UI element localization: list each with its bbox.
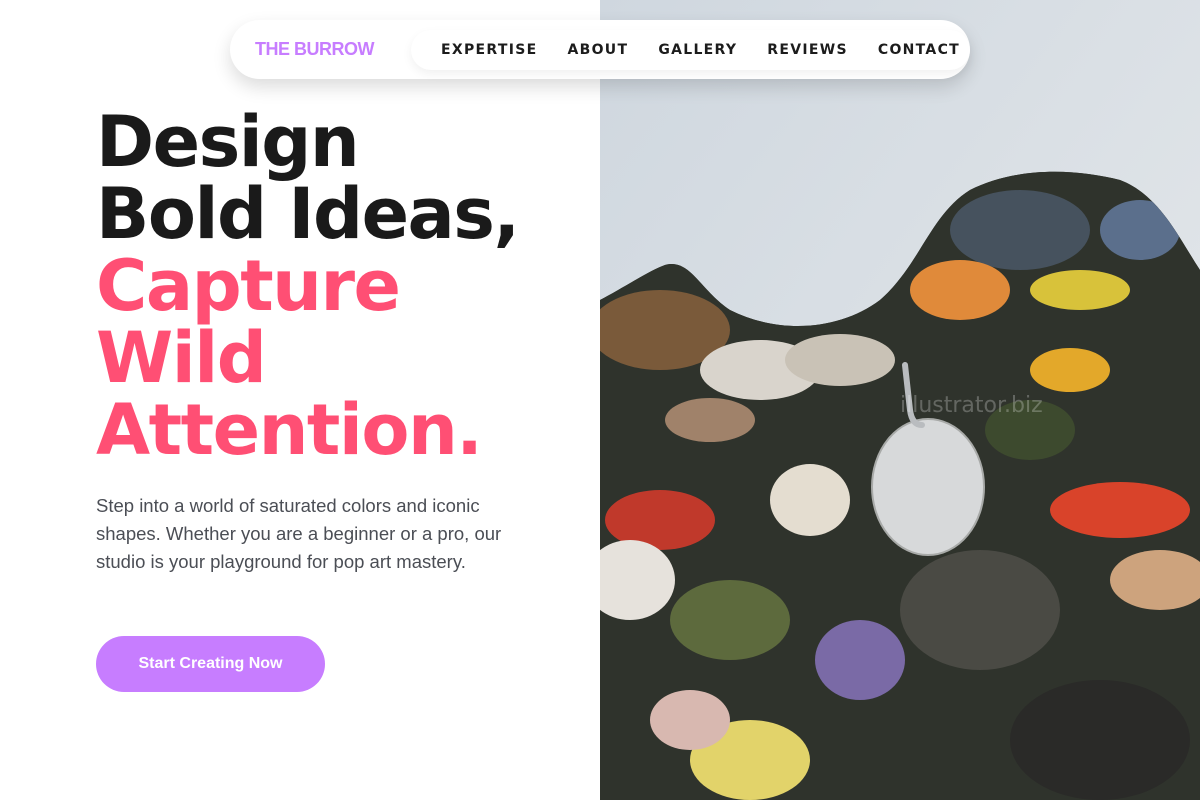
hero-headline: Design Bold Ideas, Capture Wild Attentio… bbox=[96, 106, 576, 466]
headline-line: Design bbox=[96, 101, 360, 183]
nav-link-contact[interactable]: CONTACT bbox=[878, 42, 960, 58]
nav-link-expertise[interactable]: EXPERTISE bbox=[441, 42, 537, 58]
headline-accent-line: Attention. bbox=[96, 389, 483, 471]
hero-image-paint-palette: illustrator.biz bbox=[600, 0, 1200, 800]
nav-link-gallery[interactable]: GALLERY bbox=[658, 42, 737, 58]
nav-links: EXPERTISE ABOUT GALLERY REVIEWS CONTACT bbox=[411, 29, 970, 70]
nav-link-reviews[interactable]: REVIEWS bbox=[767, 42, 848, 58]
brand-logo[interactable]: THE BURROW bbox=[255, 39, 411, 60]
headline-line: Bold Ideas, bbox=[96, 173, 520, 255]
start-creating-button[interactable]: Start Creating Now bbox=[96, 636, 325, 692]
hero-lead-text: Step into a world of saturated colors an… bbox=[96, 495, 502, 572]
image-watermark: illustrator.biz bbox=[900, 393, 1043, 418]
headline-accent-line: Wild bbox=[96, 317, 267, 399]
headline-accent-line: Capture bbox=[96, 245, 401, 327]
top-nav: THE BURROW EXPERTISE ABOUT GALLERY REVIE… bbox=[230, 20, 970, 79]
nav-link-about[interactable]: ABOUT bbox=[567, 42, 628, 58]
